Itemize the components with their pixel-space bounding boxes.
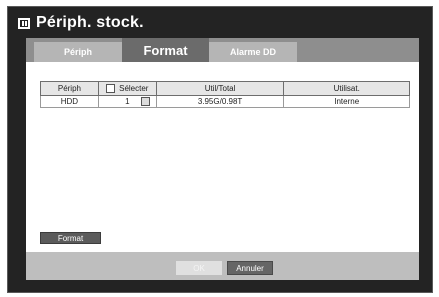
table-header-row: Périph Sélecter Util/Total Utilisat. — [40, 81, 410, 96]
col-usage-header: Util/Total — [155, 81, 285, 96]
row-select-checkbox[interactable] — [140, 97, 150, 106]
ok-button[interactable]: OK — [176, 261, 222, 275]
device-table: Périph Sélecter Util/Total Utilisat. HDD… — [40, 81, 410, 108]
col-select-header[interactable]: Sélecter — [97, 81, 157, 96]
cell-select: 1 — [97, 95, 157, 108]
select-header-label: Sélecter — [119, 83, 149, 93]
cell-usage: 3.95G/0.98T — [155, 95, 285, 108]
col-device-header: Périph — [40, 81, 99, 96]
window-title: Périph. stock. — [36, 14, 144, 31]
tab-format[interactable]: Format — [122, 38, 209, 62]
select-all-checkbox[interactable] — [106, 84, 116, 94]
cancel-button[interactable]: Annuler — [227, 261, 273, 275]
tab-device[interactable]: Périph — [34, 42, 122, 62]
storage-icon — [18, 17, 30, 29]
tab-bar: Périph Format Alarme DD — [26, 38, 419, 62]
cell-use: Interne — [283, 95, 410, 108]
tab-hdd-alarm[interactable]: Alarme DD — [209, 42, 297, 62]
cell-device: HDD — [40, 95, 99, 108]
format-panel: Périph Sélecter Util/Total Utilisat. HDD… — [26, 62, 419, 252]
col-use-header: Utilisat. — [283, 81, 410, 96]
table-row: HDD 1 3.95G/0.98T Interne — [40, 95, 410, 108]
cell-select-value: 1 — [125, 97, 130, 106]
title-bar: Périph. stock. — [18, 12, 144, 34]
format-button[interactable]: Format — [40, 232, 101, 244]
footer-bar: OK Annuler — [26, 252, 419, 280]
